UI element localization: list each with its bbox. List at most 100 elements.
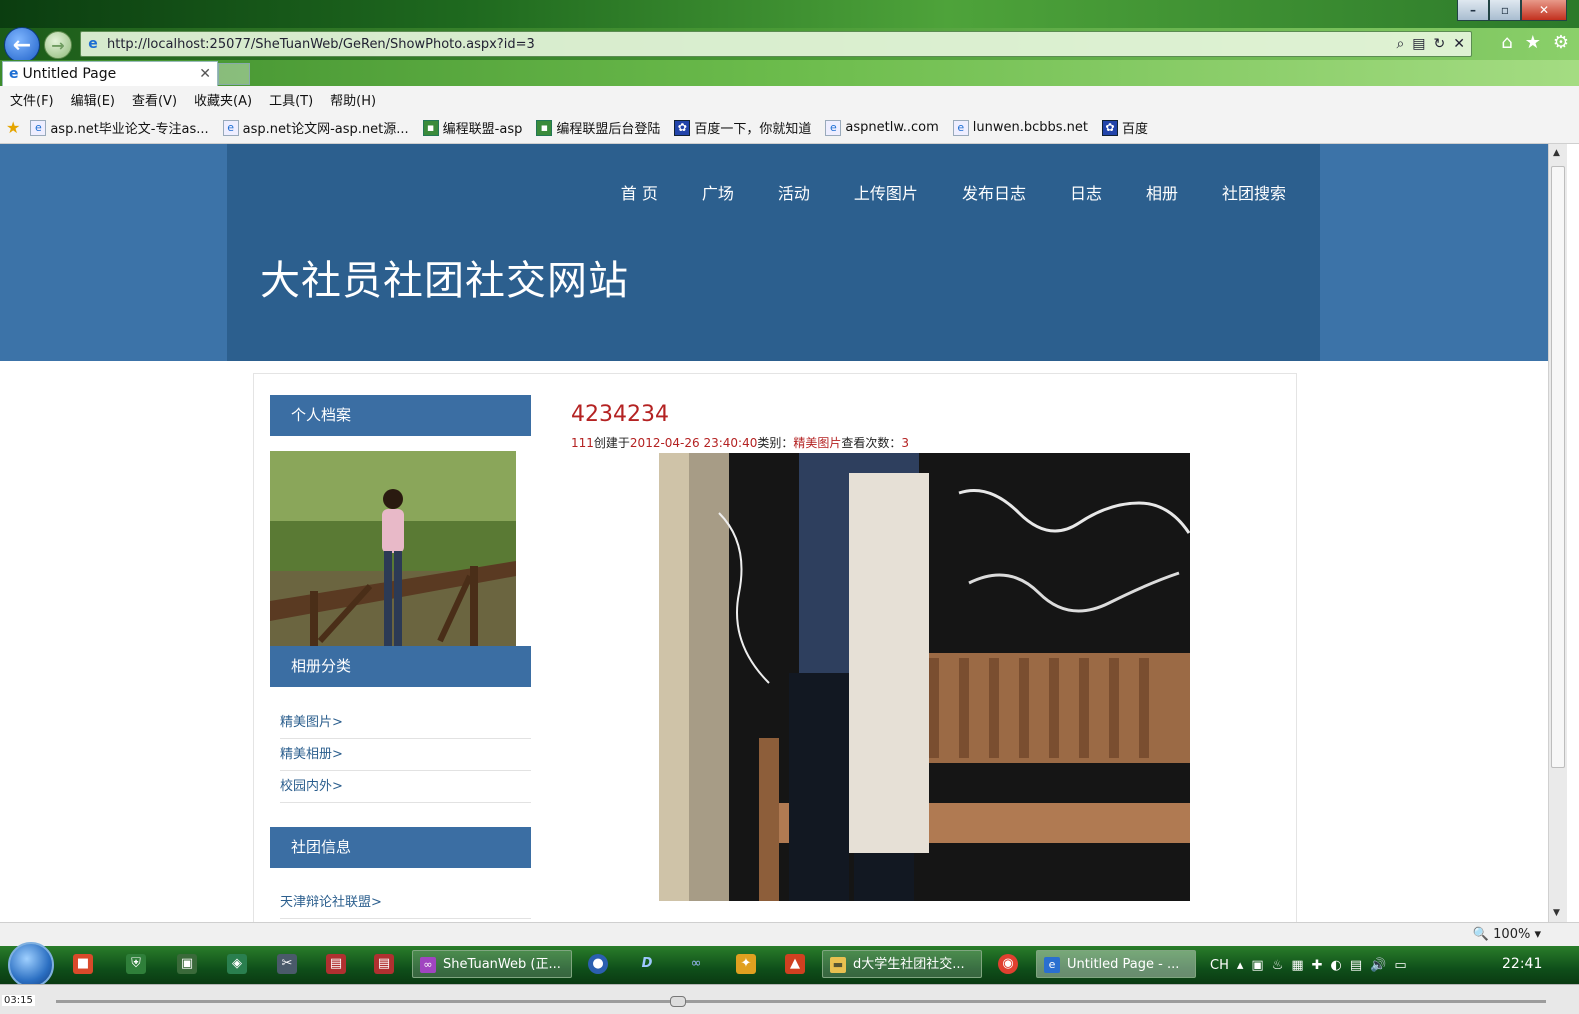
scroll-down-icon[interactable]: ▼: [1553, 908, 1560, 918]
vs-icon[interactable]: ∞: [686, 954, 706, 974]
nav-album[interactable]: 相册: [1146, 180, 1178, 204]
nav-activities[interactable]: 活动: [778, 180, 810, 204]
profile-heading: 个人档案: [270, 395, 531, 436]
favorite-item[interactable]: e asp.net毕业论文-专注as...: [30, 118, 209, 137]
tray-app-icon[interactable]: ✚: [1312, 958, 1323, 973]
nav-square[interactable]: 广场: [702, 180, 734, 204]
zoom-level: 100%: [1493, 927, 1531, 942]
compat-view-icon[interactable]: ▤: [1412, 36, 1425, 52]
ie-page-icon: e: [30, 119, 47, 136]
photo-category[interactable]: 精美图片: [793, 436, 841, 450]
album-category-heading: 相册分类: [270, 646, 531, 687]
favorite-item[interactable]: e aspnetlw..com: [825, 119, 939, 136]
favorite-label: asp.net毕业论文-专注as...: [50, 122, 209, 137]
player-time: 03:15: [2, 995, 35, 1006]
zoom-control[interactable]: 🔍 100% ▾: [1473, 927, 1541, 942]
favorite-item[interactable]: ▪ 编程联盟-asp: [422, 118, 522, 137]
favorite-item[interactable]: e lunwen.bcbbs.net: [952, 119, 1088, 136]
menu-view[interactable]: 查看(V): [132, 90, 177, 109]
close-window-button[interactable]: ✕: [1521, 0, 1567, 21]
tray-app-icon[interactable]: ▤: [1350, 958, 1362, 973]
start-button[interactable]: [8, 942, 54, 988]
nav-upload-photo[interactable]: 上传图片: [854, 180, 918, 204]
maximize-button[interactable]: ▫: [1489, 0, 1521, 21]
favorite-label: 百度: [1122, 122, 1149, 137]
back-button[interactable]: ←: [4, 27, 40, 63]
forward-button[interactable]: →: [44, 31, 72, 59]
green-site-icon: ▪: [422, 119, 439, 136]
seek-knob[interactable]: [670, 996, 686, 1007]
menu-file[interactable]: 文件(F): [10, 90, 54, 109]
tray-app-icon[interactable]: ♨: [1272, 958, 1284, 973]
club-item[interactable]: 天津辩论社联盟>: [280, 888, 531, 919]
volume-icon[interactable]: 🔊: [1370, 958, 1386, 973]
taskbar-task[interactable]: ∞ SheTuanWeb (正...: [412, 950, 572, 978]
tray-expand-icon[interactable]: ▴: [1237, 958, 1244, 973]
taskbar-task-label: Untitled Page - ...: [1067, 957, 1180, 972]
nav-blog[interactable]: 日志: [1070, 180, 1102, 204]
new-tab-button[interactable]: [218, 63, 250, 85]
favorite-item[interactable]: ✿ 百度: [1102, 118, 1148, 137]
page-scrollbar[interactable]: ▲ ▼: [1548, 144, 1567, 922]
maximize-icon: ▫: [1500, 3, 1510, 17]
menu-favorites[interactable]: 收藏夹(A): [194, 90, 252, 109]
site-title: 大社员社团社交网站: [260, 258, 629, 304]
address-url[interactable]: http://localhost:25077/SheTuanWeb/GeRen/…: [107, 37, 1396, 52]
language-indicator[interactable]: CH: [1210, 958, 1229, 973]
favorite-item[interactable]: e asp.net论文网-asp.net源...: [222, 118, 409, 137]
favorite-item[interactable]: ▪ 编程联盟后台登陆: [536, 118, 660, 137]
shield-icon[interactable]: ⛨: [126, 954, 146, 974]
tray-app-icon[interactable]: ◐: [1331, 958, 1342, 973]
refresh-icon[interactable]: ↻: [1434, 36, 1446, 52]
chrome-icon[interactable]: ◉: [998, 954, 1018, 974]
favorites-star-icon[interactable]: ★: [1525, 32, 1541, 53]
album-category-item[interactable]: 精美相册>: [280, 740, 531, 771]
menu-help[interactable]: 帮助(H): [330, 90, 376, 109]
search-icon[interactable]: ⌕: [1396, 36, 1404, 52]
minimize-button[interactable]: –: [1457, 0, 1489, 21]
menu-bar: 文件(F) 编辑(E) 查看(V) 收藏夹(A) 工具(T) 帮助(H): [0, 86, 1579, 112]
photo-author[interactable]: 111: [571, 436, 594, 450]
gift-icon[interactable]: ✦: [736, 954, 756, 974]
album-category-item[interactable]: 精美图片>: [280, 708, 531, 739]
ie-icon: e: [1044, 957, 1060, 973]
globe-icon[interactable]: ●: [588, 954, 608, 974]
window-titlebar: – ▫ ✕: [0, 0, 1579, 30]
seek-bar[interactable]: [56, 1000, 1546, 1003]
favorite-item[interactable]: ✿ 百度一下，你就知道: [674, 118, 811, 137]
photo-views: 3: [901, 436, 910, 450]
app-icon[interactable]: ▤: [374, 954, 394, 974]
gear-icon[interactable]: ⚙: [1553, 32, 1569, 53]
tray-app-icon[interactable]: ▣: [1251, 958, 1263, 973]
nav-home[interactable]: 首 页: [621, 180, 658, 204]
tab-close-icon[interactable]: ✕: [199, 66, 211, 82]
scroll-thumb[interactable]: [1551, 166, 1565, 768]
app-icon[interactable]: ■: [73, 954, 93, 974]
taskbar-clock[interactable]: 22:41: [1502, 956, 1542, 972]
app-icon[interactable]: ▲: [785, 954, 805, 974]
favorites-star-icon[interactable]: ★: [6, 118, 20, 137]
tray-app-icon[interactable]: ▦: [1291, 958, 1303, 973]
taskbar-task[interactable]: ▬ d大学生社团社交...: [822, 950, 982, 978]
menu-edit[interactable]: 编辑(E): [71, 90, 115, 109]
favorite-label: asp.net论文网-asp.net源...: [242, 122, 409, 137]
nav-club-search[interactable]: 社团搜索: [1222, 180, 1286, 204]
network-icon[interactable]: ◈: [227, 954, 247, 974]
home-icon[interactable]: ⌂: [1501, 32, 1512, 53]
address-bar[interactable]: e http://localhost:25077/SheTuanWeb/GeRe…: [80, 31, 1472, 57]
monitor-icon[interactable]: ▣: [177, 954, 197, 974]
app-icon[interactable]: ▤: [326, 954, 346, 974]
status-bar: 🔍 100% ▾: [0, 922, 1579, 947]
nav-publish-blog[interactable]: 发布日志: [962, 180, 1026, 204]
taskbar-task-active[interactable]: e Untitled Page - ...: [1036, 950, 1196, 978]
favorite-label: 百度一下，你就知道: [694, 122, 812, 137]
tab-untitled-page[interactable]: e Untitled Page ✕: [2, 61, 218, 87]
d-app-icon[interactable]: D: [637, 954, 657, 974]
stop-icon[interactable]: ✕: [1453, 36, 1465, 52]
scroll-up-icon[interactable]: ▲: [1553, 148, 1560, 158]
album-category-item[interactable]: 校园内外>: [280, 772, 531, 803]
address-tools: ⌕ ▤ ↻ ✕: [1396, 36, 1465, 52]
network-tray-icon[interactable]: ▭: [1394, 958, 1406, 973]
menu-tools[interactable]: 工具(T): [269, 90, 313, 109]
tool-icon[interactable]: ✂: [277, 954, 297, 974]
